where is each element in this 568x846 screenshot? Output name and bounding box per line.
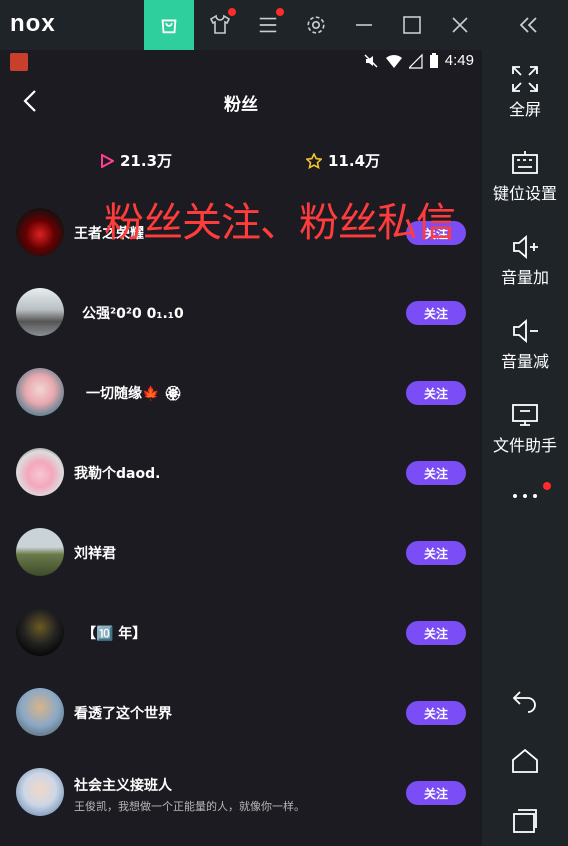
- page-header: 粉丝: [0, 78, 482, 124]
- follow-button[interactable]: 关注: [406, 781, 466, 805]
- avatar[interactable]: [16, 368, 64, 416]
- shirt-icon: [209, 14, 231, 34]
- play-icon: [101, 153, 114, 168]
- fan-name: 看透了这个世界: [74, 706, 172, 722]
- gear-icon: [307, 16, 325, 34]
- keyboard-icon: [512, 151, 538, 174]
- emulator-toolbar: nox: [0, 0, 568, 50]
- menu-icon: [259, 17, 277, 33]
- home-icon: [512, 748, 538, 773]
- volume-down-button[interactable]: 音量减: [482, 316, 568, 372]
- fan-row[interactable]: 看透了这个世界 关注: [0, 672, 482, 752]
- fan-row[interactable]: 社会主义接班人 王俊凯，我想做一个正能量的人，就像你一样。 关注: [0, 752, 482, 832]
- fan-row[interactable]: 我勒个daod. 关注: [0, 432, 482, 512]
- nox-logo: nox: [10, 10, 56, 37]
- more-dots-icon: [513, 494, 537, 498]
- avatar[interactable]: [16, 528, 64, 576]
- monitor-icon: [512, 404, 538, 426]
- stats-row: 21.3万 11.4万: [0, 146, 482, 176]
- avatar[interactable]: [16, 768, 64, 816]
- maximize-icon: [403, 16, 421, 34]
- follow-button[interactable]: 关注: [406, 301, 466, 325]
- minimize-icon: [356, 24, 372, 26]
- fullscreen-icon: [512, 66, 538, 92]
- back-icon: [512, 691, 536, 713]
- theme-button[interactable]: [196, 0, 244, 50]
- app-center-button[interactable]: [144, 0, 194, 50]
- fan-row[interactable]: 【🔟 年】 关注: [0, 592, 482, 672]
- volume-up-button[interactable]: 音量加: [482, 232, 568, 288]
- follow-button[interactable]: 关注: [406, 621, 466, 645]
- likes-count: 11.4万: [328, 152, 381, 170]
- fan-name: 社会主义接班人: [74, 778, 172, 794]
- plays-stat: 21.3万: [100, 150, 172, 171]
- fan-row[interactable]: 一切随缘🍁 🏵 关注: [0, 352, 482, 432]
- fan-row[interactable]: 刘祥君 关注: [0, 512, 482, 592]
- more-button[interactable]: [482, 482, 568, 502]
- avatar[interactable]: [16, 208, 64, 256]
- fan-name: 一切随缘🍁 🏵: [86, 386, 183, 402]
- page-title: 粉丝: [224, 95, 258, 115]
- recents-icon: [513, 809, 537, 833]
- fan-row[interactable]: 公强²0²0 0₁.₁0 关注: [0, 272, 482, 352]
- fan-name: 公强²0²0 0₁.₁0: [82, 306, 184, 322]
- sidebar-label: 音量减: [500, 352, 549, 371]
- sidebar-label: 全屏: [508, 100, 541, 119]
- follow-button[interactable]: 关注: [406, 541, 466, 565]
- avatar[interactable]: [16, 608, 64, 656]
- minimize-button[interactable]: [340, 0, 388, 50]
- overlay-caption: 粉丝关注、粉丝私信: [104, 200, 456, 246]
- notification-dot: [228, 8, 236, 16]
- signal-icon: [408, 53, 423, 69]
- double-chevron-left-icon: [519, 17, 537, 33]
- menu-button[interactable]: [244, 0, 292, 50]
- star-icon: [306, 152, 322, 169]
- sidebar-label: 键位设置: [492, 184, 557, 203]
- plays-count: 21.3万: [120, 152, 173, 170]
- android-home-button[interactable]: [482, 746, 568, 776]
- maximize-button[interactable]: [388, 0, 436, 50]
- close-button[interactable]: [436, 0, 484, 50]
- volume-down-icon: [513, 319, 538, 343]
- follow-button[interactable]: 关注: [406, 701, 466, 725]
- volume-up-icon: [513, 235, 538, 259]
- collapse-sidebar-button[interactable]: [504, 0, 552, 50]
- android-recents-button[interactable]: [482, 806, 568, 836]
- fan-name: 【🔟 年】: [82, 626, 147, 642]
- android-back-button[interactable]: [482, 684, 568, 714]
- battery-icon: [429, 52, 438, 68]
- app-notification-icon: [10, 53, 28, 71]
- sidebar-label: 音量加: [500, 268, 549, 287]
- fan-bio: 王俊凯，我想做一个正能量的人，就像你一样。: [74, 800, 305, 813]
- keymap-button[interactable]: 键位设置: [482, 148, 568, 204]
- notification-dot: [543, 482, 551, 490]
- follow-button[interactable]: 关注: [406, 381, 466, 405]
- notification-dot: [276, 8, 284, 16]
- settings-button[interactable]: [292, 0, 340, 50]
- phone-screen: 4:49 粉丝 21.3万 11.4万 粉丝关注、粉丝私信 王者之荣耀 关注 公…: [0, 50, 482, 846]
- status-time: 4:49: [444, 52, 474, 69]
- wifi-icon: [385, 54, 402, 68]
- fan-name: 刘祥君: [74, 546, 116, 562]
- file-assistant-button[interactable]: 文件助手: [482, 400, 568, 456]
- avatar[interactable]: [16, 288, 64, 336]
- avatar[interactable]: [16, 688, 64, 736]
- fullscreen-button[interactable]: 全屏: [482, 64, 568, 120]
- mute-icon: [364, 53, 378, 68]
- likes-stat: 11.4万: [306, 150, 380, 171]
- fan-name: 我勒个daod.: [74, 466, 161, 482]
- follow-button[interactable]: 关注: [406, 461, 466, 485]
- close-icon: [452, 17, 468, 33]
- sidebar-label: 文件助手: [492, 436, 557, 455]
- emulator-sidebar: 全屏 键位设置 音量加 音量减 文件助手: [482, 50, 568, 846]
- shopping-bag-icon: [161, 19, 177, 34]
- avatar[interactable]: [16, 448, 64, 496]
- status-bar: 4:49: [0, 50, 482, 74]
